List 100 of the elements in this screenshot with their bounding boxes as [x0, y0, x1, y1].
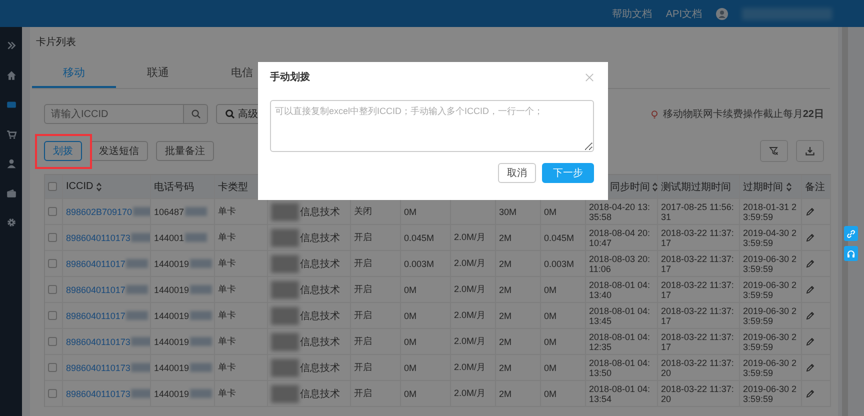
checkbox[interactable]: [48, 311, 57, 320]
checkbox[interactable]: [48, 182, 57, 191]
table-cell: 2.0M/月: [454, 335, 486, 348]
download-button[interactable]: [796, 140, 824, 162]
table-cell: 开启: [354, 231, 372, 244]
table-cell: 0M: [404, 206, 417, 216]
pencil-icon[interactable]: [805, 258, 815, 268]
redacted-block: [131, 389, 150, 398]
action-button[interactable]: 划拨: [44, 141, 82, 161]
avatar-icon[interactable]: [716, 8, 728, 20]
table-cell: 2.0M/月: [454, 257, 486, 270]
checkbox[interactable]: [48, 207, 57, 216]
iccid-link[interactable]: 8986040110173: [66, 388, 130, 398]
table-cell-text: 信息技术: [300, 258, 340, 270]
table-cell: 2M: [499, 232, 512, 242]
table-cell: 单卡: [218, 257, 236, 270]
table-cell-text: 2017-08-25 11:56:31: [661, 202, 735, 222]
checkbox[interactable]: [48, 389, 57, 398]
search-button[interactable]: [184, 104, 208, 124]
table-cell-text: 2018-03-22 11:37:20: [661, 358, 735, 378]
pencil-icon[interactable]: [805, 232, 815, 242]
redacted-block: [190, 363, 212, 372]
redacted-block: [185, 207, 208, 216]
table-cell: 1440019: [154, 258, 190, 268]
filter-clear-button[interactable]: [760, 140, 788, 162]
iccid-input-field[interactable]: 可以直接复制excel中整列ICCID；手动输入多个ICCID，一行一个；: [270, 100, 594, 152]
table-cell: 开启: [354, 283, 372, 296]
tab[interactable]: 联通: [116, 59, 200, 88]
table-cell-text: 2018-03-22 11:37:17: [661, 332, 735, 352]
redacted-block: [131, 233, 150, 242]
sort-icon[interactable]: [652, 182, 658, 192]
table-cell: 1440019: [154, 388, 190, 398]
table-cell-text: 2018-08-01 04:13:45: [589, 306, 652, 326]
cart-icon: [6, 128, 16, 140]
checkbox[interactable]: [48, 233, 57, 242]
table-cell-text: 信息技术: [300, 284, 340, 296]
table-cell: 0M: [404, 310, 417, 320]
top-link[interactable]: 帮助文档: [612, 6, 652, 20]
table-cell: 2M: [499, 362, 512, 372]
table-cell-text: 信息技术: [300, 388, 340, 400]
table-cell: 单卡: [218, 283, 236, 296]
iccid-link[interactable]: 898604011017: [66, 310, 126, 320]
redacted-block: [190, 337, 212, 346]
sort-icon[interactable]: [96, 182, 102, 192]
iccid-link[interactable]: 8986040110173: [66, 362, 130, 372]
table-cell: 0M: [404, 336, 417, 346]
sort-icon[interactable]: [786, 182, 792, 192]
pencil-icon[interactable]: [805, 284, 815, 294]
link-icon: [846, 228, 856, 238]
table-cell: 144001: [154, 232, 184, 242]
checkbox[interactable]: [48, 363, 57, 372]
search-field[interactable]: 请输入ICCID: [44, 104, 184, 124]
next-button[interactable]: 下一步: [542, 163, 594, 183]
chevrons-icon: [6, 40, 16, 52]
table-cell: 2019-04-30 23:59:59: [743, 228, 798, 248]
checkbox[interactable]: [48, 285, 57, 294]
pencil-icon[interactable]: [805, 206, 815, 216]
table-cell-text: 2018-03-22 11:37:17: [661, 228, 735, 248]
table-cell: 1440019: [154, 336, 190, 346]
pencil-icon[interactable]: [805, 362, 815, 372]
redacted-block: [271, 358, 299, 376]
table-cell-text: 2018-08-01 04:12:35: [589, 332, 652, 352]
table-cell: 30M: [499, 206, 517, 216]
checkbox[interactable]: [48, 337, 57, 346]
table-cell: 2019-06-30 23:59:59: [743, 332, 798, 352]
table-cell: 开启: [354, 257, 372, 270]
checkbox[interactable]: [48, 259, 57, 268]
action-button[interactable]: 批量备注: [156, 141, 214, 161]
iccid-link[interactable]: 8986040110173: [66, 336, 130, 346]
top-link[interactable]: API文档: [666, 6, 702, 20]
iccid-link[interactable]: 8986040110173: [66, 232, 130, 242]
table-cell: 106487: [154, 206, 184, 216]
table-cell-text: 2018-08-01 04:13:54: [589, 384, 652, 404]
link-button[interactable]: [844, 226, 858, 241]
pencil-icon[interactable]: [805, 310, 815, 320]
pencil-icon[interactable]: [805, 388, 815, 398]
table-cell: 2019-06-30 23:59:59: [743, 306, 798, 326]
iccid-link[interactable]: 898602B709170: [66, 206, 132, 216]
home-icon: [6, 70, 16, 81]
cancel-button[interactable]: 取消: [498, 163, 536, 183]
tab[interactable]: 移动: [32, 59, 116, 88]
action-button[interactable]: 发送短信: [90, 141, 148, 161]
redacted-block: [190, 389, 212, 398]
table-cell: 2019-06-30 23:59:59: [743, 384, 798, 404]
pencil-icon[interactable]: [805, 336, 815, 346]
wallet-icon: [6, 188, 16, 199]
table-cell-text: 信息技术: [300, 336, 340, 348]
table-cell: 单卡: [218, 231, 236, 244]
iccid-link[interactable]: 898604011017: [66, 258, 126, 268]
headset-icon: [846, 248, 856, 258]
redacted-block: [126, 311, 148, 320]
headset-button[interactable]: [844, 246, 858, 261]
table-cell-text: 2018-04-20 13:35:58: [589, 202, 652, 222]
redacted-block: [271, 228, 299, 246]
redacted-block: [131, 363, 150, 372]
redacted-block: [271, 254, 299, 272]
notice-text: 移动物联网卡续费操作截止每月22日: [662, 108, 824, 121]
iccid-link[interactable]: 898604011017: [66, 284, 126, 294]
close-icon[interactable]: [585, 72, 594, 82]
redacted-block: [126, 259, 148, 268]
